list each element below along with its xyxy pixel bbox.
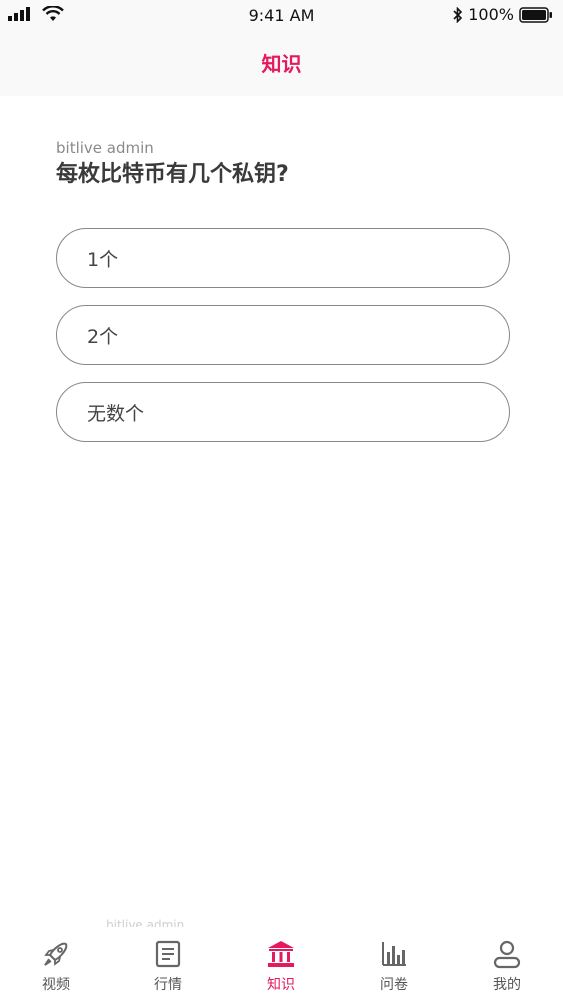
bar-chart-icon <box>382 942 406 966</box>
answer-option-2[interactable]: 2个 <box>56 305 510 365</box>
answer-option-1[interactable]: 1个 <box>56 228 510 288</box>
battery-percent: 100% <box>468 5 514 24</box>
document-icon <box>155 940 181 968</box>
tab-label: 行情 <box>154 977 182 993</box>
tab-knowledge[interactable]: 知识 <box>225 928 337 1000</box>
bank-icon <box>268 941 294 967</box>
tab-survey[interactable]: 问卷 <box>338 928 450 1000</box>
rocket-icon <box>44 942 68 966</box>
answer-option-3[interactable]: 无数个 <box>56 382 510 442</box>
battery-icon <box>519 6 552 23</box>
page-title: 知识 <box>261 52 302 76</box>
nav-bar: 知识 <box>0 32 563 96</box>
tab-label: 问卷 <box>380 977 408 993</box>
status-bar: 9:41 AM 100% <box>0 0 563 32</box>
answer-option-label: 2个 <box>87 325 119 348</box>
status-right: 100% <box>453 5 553 24</box>
tab-market[interactable]: 行情 <box>112 928 224 1000</box>
answer-option-label: 无数个 <box>87 402 145 425</box>
answer-option-label: 1个 <box>87 248 119 271</box>
question-card: bitlive admin 每枚比特币有几个私钥? 1个 2个 无数个 <box>56 138 510 459</box>
answer-options: 1个 2个 无数个 <box>56 228 510 442</box>
watermark-text: bitlive admin <box>106 919 185 927</box>
tab-label: 我的 <box>493 977 521 993</box>
tab-label: 视频 <box>42 977 70 993</box>
tab-profile[interactable]: 我的 <box>451 928 563 1000</box>
question-text: 每枚比特币有几个私钥? <box>56 162 289 187</box>
tab-label: 知识 <box>267 977 295 993</box>
bluetooth-icon <box>453 6 463 23</box>
tab-video[interactable]: 视频 <box>0 928 112 1000</box>
tab-bar: 视频 行情 知识 问卷 我的 <box>0 928 563 1000</box>
question-author: bitlive admin <box>56 139 154 157</box>
user-icon <box>493 940 521 969</box>
